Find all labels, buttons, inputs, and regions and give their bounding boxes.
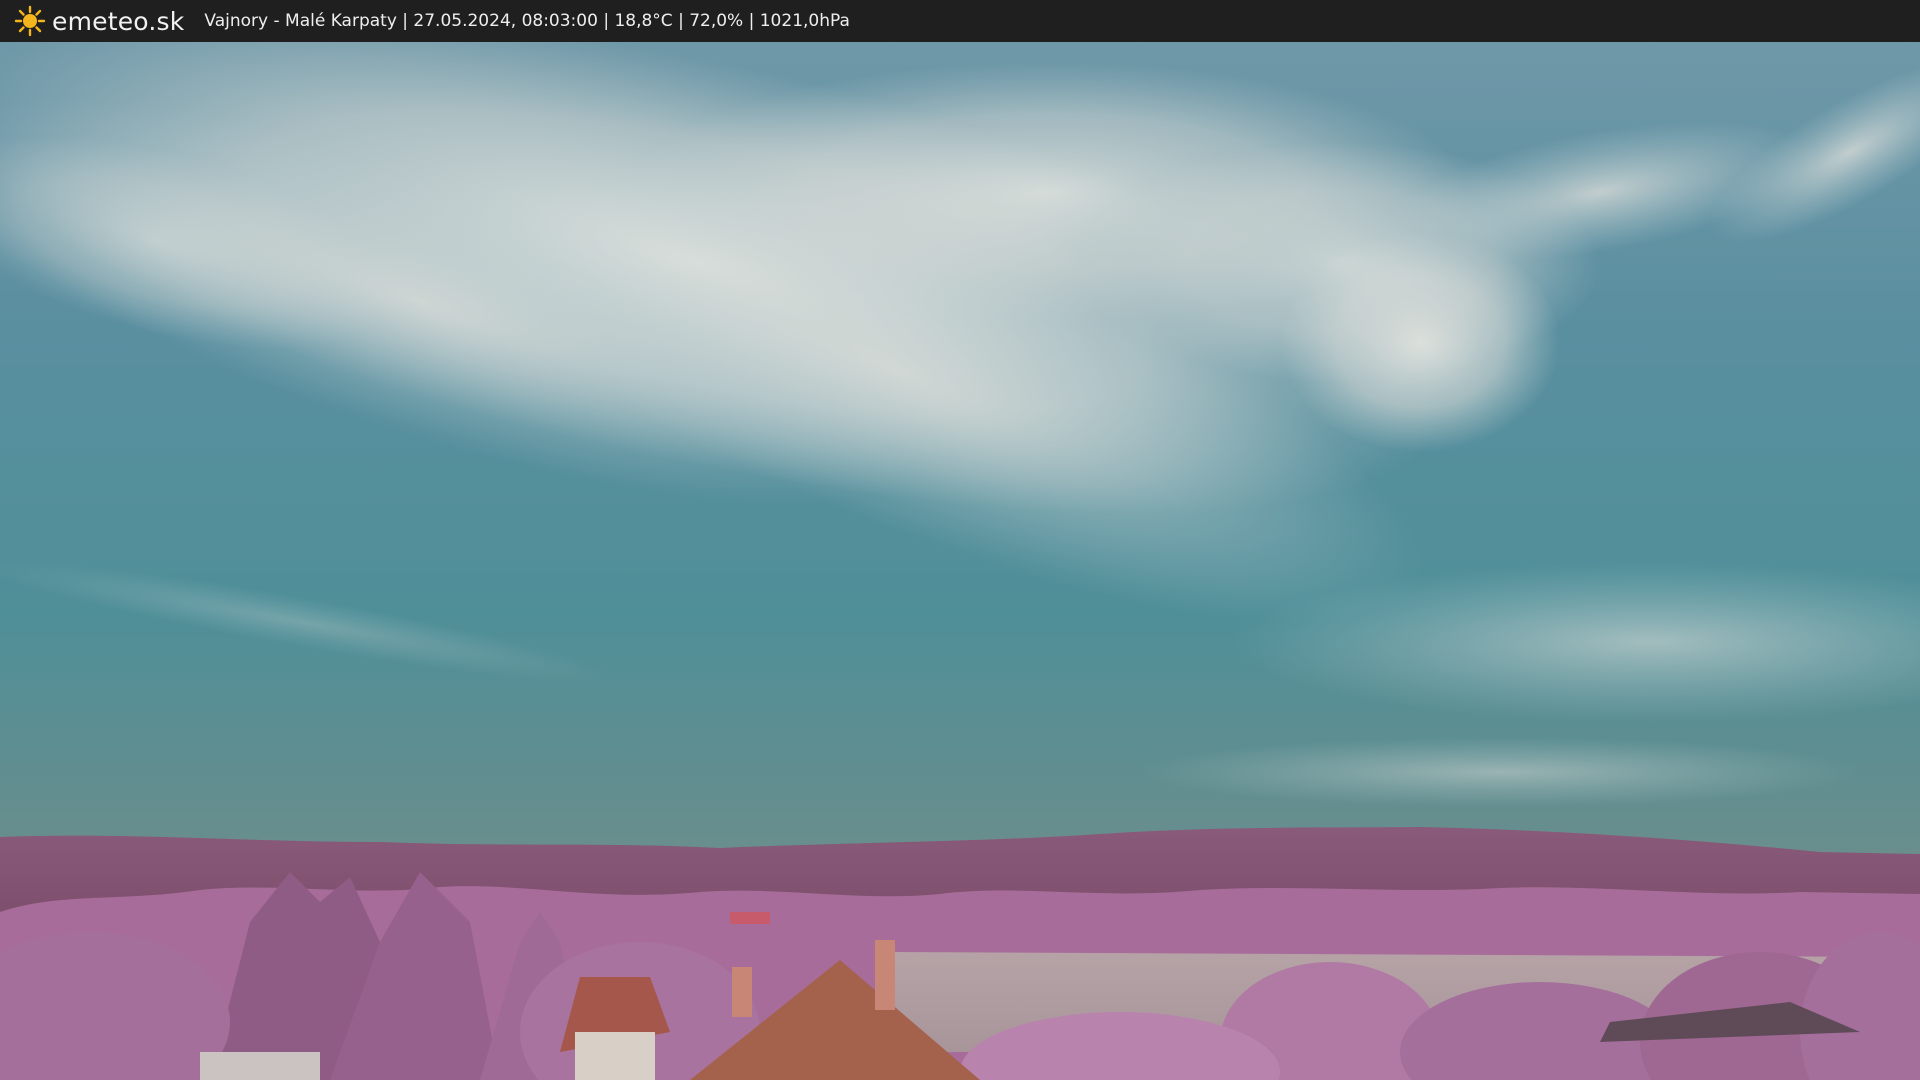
- top-bar: emeteo.sk Vajnory - Malé Karpaty | 27.05…: [0, 0, 1920, 42]
- brand-name[interactable]: emeteo.sk: [52, 7, 184, 36]
- webcam-info-text: Vajnory - Malé Karpaty | 27.05.2024, 08:…: [204, 11, 850, 31]
- sun-icon: [14, 5, 46, 37]
- logo[interactable]: emeteo.sk: [14, 5, 184, 37]
- webcam-image: [0, 42, 1920, 1080]
